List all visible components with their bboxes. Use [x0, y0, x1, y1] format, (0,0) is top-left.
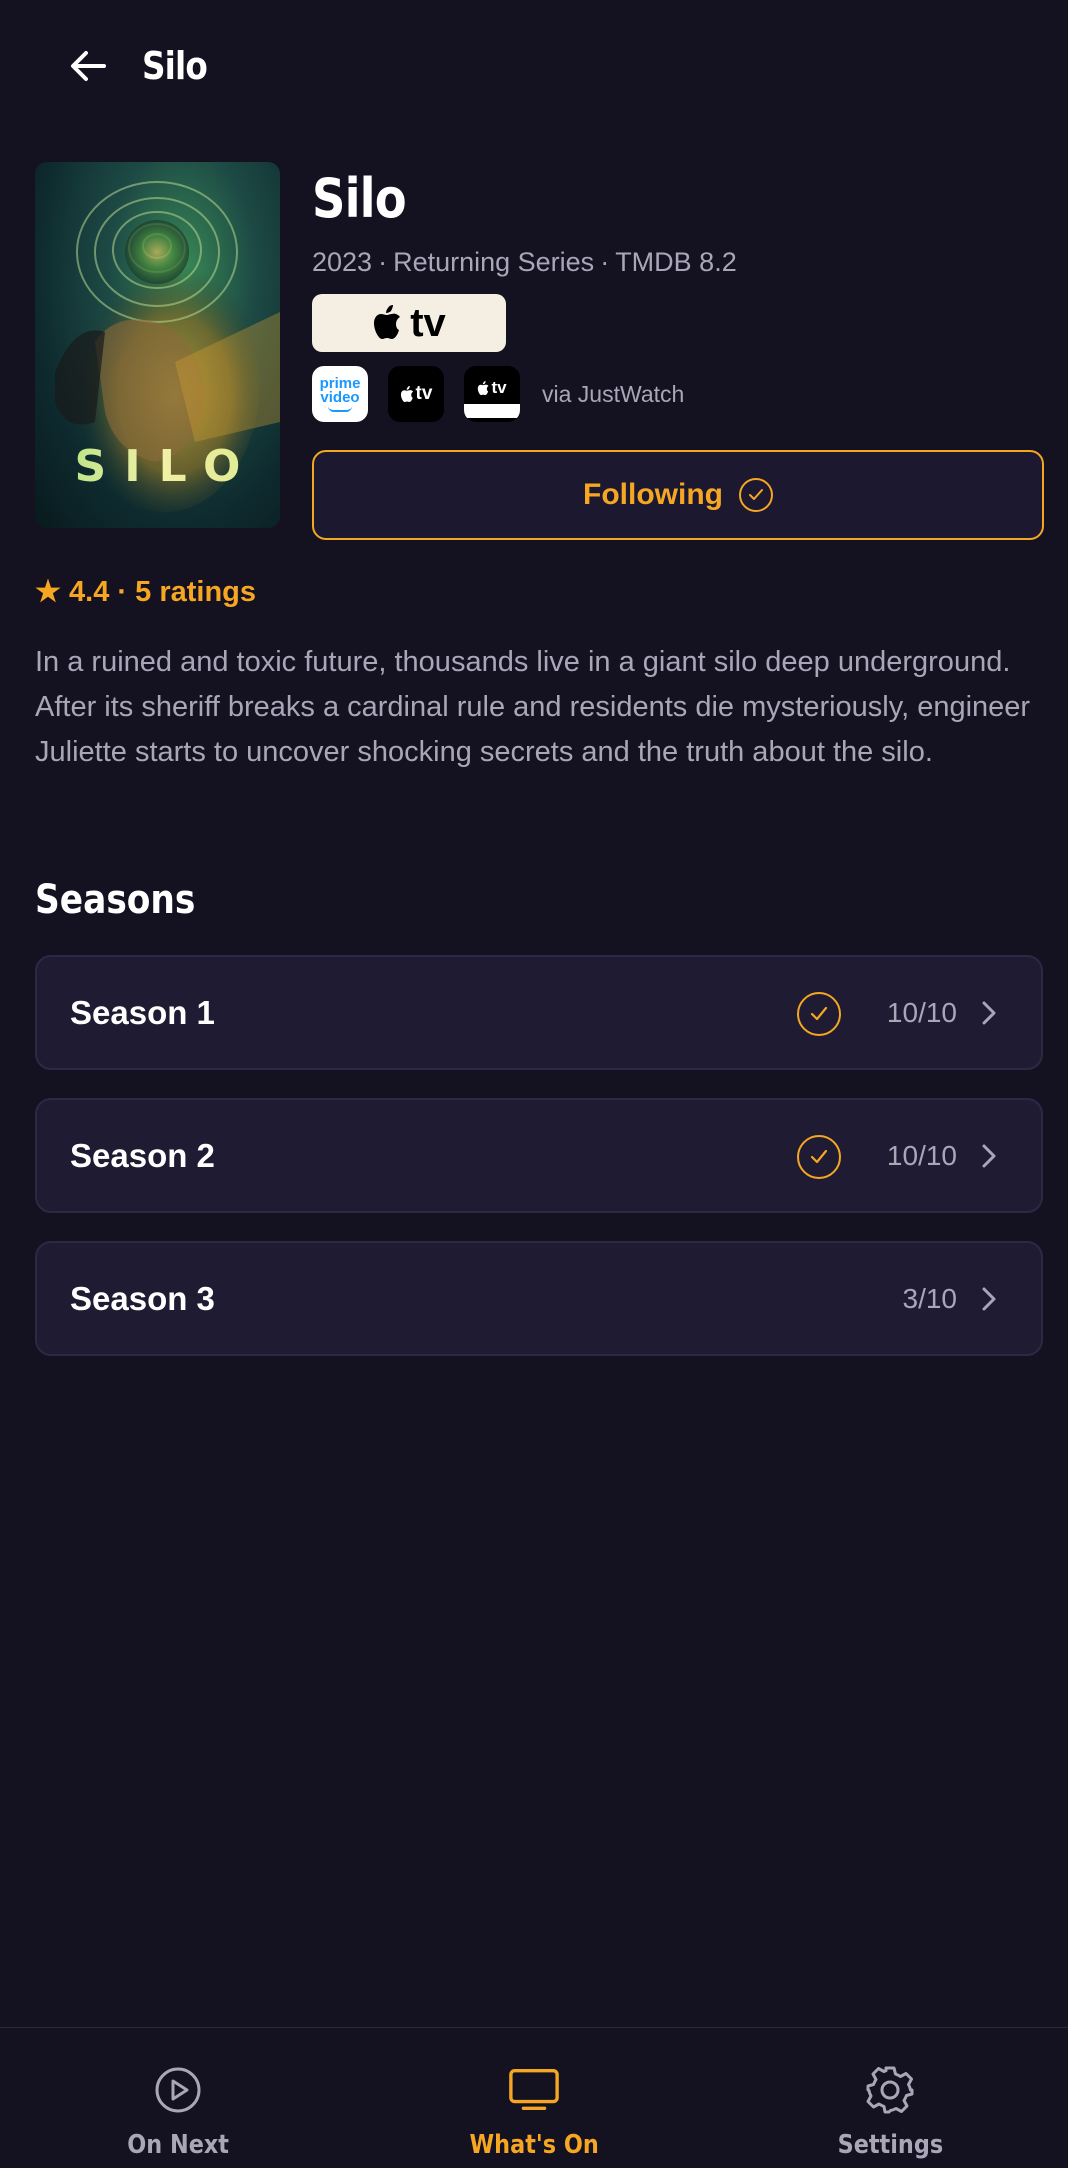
- via-justwatch-text: via JustWatch: [542, 380, 685, 407]
- season-row-3[interactable]: Season 3 3/10: [35, 1241, 1043, 1356]
- provider-channel-strip: [464, 404, 520, 418]
- season-label: Season 1: [70, 994, 215, 1031]
- arrow-left-icon: [71, 51, 106, 81]
- poster-logo-text: SILO: [35, 441, 280, 492]
- nav-settings[interactable]: Settings: [712, 2028, 1068, 2168]
- prime-smile-icon: [328, 406, 352, 412]
- chevron-right-icon: [982, 1144, 996, 1168]
- gear-icon: [864, 2064, 916, 2116]
- chevron-right-icon: [982, 1001, 996, 1025]
- chevron-right-icon: [982, 1287, 996, 1311]
- check-circle-icon: [797, 992, 841, 1036]
- seasons-heading: Seasons: [35, 877, 196, 923]
- nav-label: What's On: [469, 2130, 599, 2160]
- primary-provider-label: tv: [410, 300, 446, 345]
- apple-logo-icon: [374, 305, 401, 339]
- meta-separator: ·: [600, 247, 610, 277]
- show-detail-screen: Silo SILO Silo 2023 · Returning Series ·…: [0, 0, 1068, 2168]
- back-button[interactable]: [58, 36, 118, 96]
- following-button[interactable]: Following: [312, 450, 1044, 540]
- bottom-navigation: On Next What's On Settings: [0, 2027, 1068, 2168]
- provider-label: tv: [491, 378, 507, 397]
- provider-apple-tv-icon[interactable]: tv: [388, 366, 444, 422]
- meta-separator: ·: [378, 247, 388, 277]
- season-row-2[interactable]: Season 2 10/10: [35, 1098, 1043, 1213]
- provider-apple-tv-channel-icon[interactable]: tv: [464, 366, 520, 422]
- provider-label: tv: [415, 383, 433, 404]
- provider-logo-row: tv: [477, 378, 507, 398]
- nav-whats-on[interactable]: What's On: [356, 2028, 712, 2168]
- provider-label: video: [320, 388, 360, 406]
- nav-label: On Next: [127, 2130, 229, 2160]
- show-score: TMDB 8.2: [615, 247, 737, 277]
- show-status: Returning Series: [393, 247, 595, 277]
- check-circle-icon: [738, 478, 773, 512]
- nav-label: Settings: [837, 2130, 943, 2160]
- season-row-1[interactable]: Season 1 10/10: [35, 955, 1043, 1070]
- provider-list: prime video tv tv via JustWatch: [312, 366, 684, 422]
- play-circle-icon: [152, 2064, 204, 2116]
- episode-count: 10/10: [886, 997, 957, 1028]
- show-title: Silo: [312, 167, 407, 230]
- show-description: In a ruined and toxic future, thousands …: [35, 646, 1031, 768]
- top-app-bar: Silo: [0, 0, 1068, 130]
- show-meta: 2023 · Returning Series · TMDB 8.2: [312, 244, 737, 280]
- show-year: 2023: [312, 247, 373, 277]
- episode-count: 10/10: [886, 1140, 957, 1171]
- nav-on-next[interactable]: On Next: [0, 2028, 356, 2168]
- show-poster: SILO: [35, 162, 280, 528]
- provider-prime-video-icon[interactable]: prime video: [312, 366, 368, 422]
- rating-summary[interactable]: ★ 4.4 · 5 ratings: [35, 572, 256, 612]
- episode-count: 3/10: [902, 1283, 958, 1314]
- following-label: Following: [583, 478, 723, 511]
- season-label: Season 2: [70, 1137, 215, 1174]
- apple-logo-icon: [478, 380, 489, 395]
- season-label: Season 3: [70, 1280, 215, 1317]
- check-circle-icon: [797, 1135, 841, 1179]
- apple-logo-icon: [400, 385, 413, 402]
- primary-provider-badge[interactable]: tv: [312, 294, 506, 352]
- page-title: Silo: [142, 44, 208, 88]
- tv-icon: [508, 2064, 560, 2116]
